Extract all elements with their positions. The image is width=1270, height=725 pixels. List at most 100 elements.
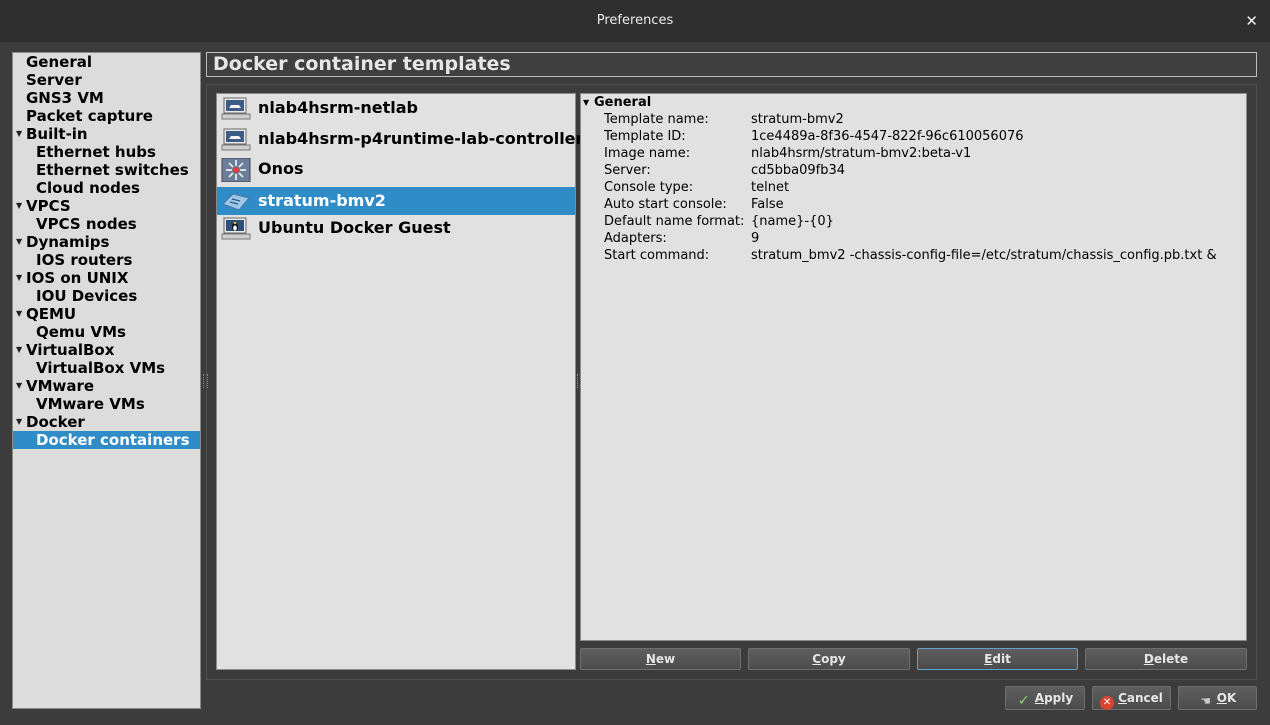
- tree-item[interactable]: Qemu VMs: [13, 323, 200, 341]
- template-label: stratum-bmv2: [258, 191, 386, 210]
- new-button[interactable]: New: [580, 648, 741, 670]
- tree-item-label: IOS on UNIX: [26, 269, 129, 287]
- tree-item-label: Server: [26, 71, 82, 89]
- tree-item[interactable]: Packet capture: [13, 107, 200, 125]
- tree-item[interactable]: Ethernet switches: [13, 161, 200, 179]
- switch-icon: [221, 190, 251, 214]
- expand-arrow-icon[interactable]: ▼: [16, 413, 22, 431]
- ok-hand-icon: ☚: [1200, 694, 1212, 708]
- tree-item-label: VMware VMs: [36, 395, 145, 413]
- tree-item[interactable]: VMware VMs: [13, 395, 200, 413]
- template-list-item[interactable]: stratum-bmv2: [217, 187, 575, 215]
- edit-button[interactable]: Edit: [917, 648, 1078, 670]
- docker-host-icon: [221, 128, 251, 152]
- tree-item[interactable]: ▼ Built-in: [13, 125, 200, 143]
- tree-item-label: VPCS: [26, 197, 71, 215]
- expand-arrow-icon[interactable]: ▼: [16, 197, 22, 215]
- preferences-tree[interactable]: General Server GNS3 VM Packet capture ▼ Built…: [12, 52, 201, 709]
- cancel-icon: ✕: [1100, 696, 1115, 710]
- detail-value: telnet: [751, 180, 790, 195]
- onos-icon: [221, 157, 251, 183]
- tree-item[interactable]: ▼ Dynamips: [13, 233, 200, 251]
- page-title: Docker container templates: [206, 52, 1257, 77]
- tree-item[interactable]: Ethernet hubs: [13, 143, 200, 161]
- window-title: Preferences: [596, 13, 674, 28]
- tree-item-label: VirtualBox VMs: [36, 359, 166, 377]
- ok-button[interactable]: ☚ OK: [1178, 686, 1257, 710]
- tree-item-label: Docker: [26, 413, 85, 431]
- template-list[interactable]: nlab4hsrm-netlab nlab4hsrm-p4runtime-lab-…: [216, 93, 583, 670]
- tree-item-label: VPCS nodes: [36, 215, 137, 233]
- apply-button[interactable]: ✓ Apply: [1005, 686, 1085, 710]
- tree-item[interactable]: Cloud nodes: [13, 179, 200, 197]
- tree-item[interactable]: General: [13, 53, 200, 71]
- tree-item-label: Dynamips: [26, 233, 110, 251]
- tree-item[interactable]: Docker containers: [13, 431, 200, 449]
- template-list-item[interactable]: Ubuntu Docker Guest: [217, 214, 575, 242]
- detail-value: stratum_bmv2 -chassis-config-file=/etc/s…: [751, 248, 1217, 263]
- tree-item[interactable]: GNS3 VM: [13, 89, 200, 107]
- tree-item[interactable]: Server: [13, 71, 200, 89]
- tree-item-label: Built-in: [26, 125, 88, 143]
- template-list-item[interactable]: nlab4hsrm-p4runtime-lab-controller: [217, 125, 583, 153]
- detail-value: False: [751, 197, 784, 212]
- expand-arrow-icon[interactable]: ▼: [16, 341, 22, 359]
- delete-button[interactable]: Delete: [1085, 648, 1247, 670]
- detail-value: cd5bba09fb34: [751, 163, 846, 178]
- tree-item[interactable]: ▼ VMware: [13, 377, 200, 395]
- details-section-title: General: [594, 95, 652, 110]
- template-label: nlab4hsrm-netlab: [258, 98, 418, 117]
- expand-arrow-icon[interactable]: ▼: [16, 305, 22, 323]
- detail-key: Image name:: [604, 146, 691, 161]
- detail-key: Default name format:: [604, 214, 745, 229]
- tree-item-label: Ethernet switches: [36, 161, 189, 179]
- tree-item-label: General: [26, 53, 92, 71]
- detail-value: 9: [751, 231, 760, 246]
- detail-key: Adapters:: [604, 231, 667, 246]
- checkmark-icon: ✓: [1017, 693, 1030, 709]
- template-list-item[interactable]: nlab4hsrm-netlab: [217, 94, 575, 122]
- detail-key: Template name:: [604, 112, 709, 127]
- tree-item[interactable]: ▼ IOS on UNIX: [13, 269, 200, 287]
- tree-item[interactable]: ▼ QEMU: [13, 305, 200, 323]
- detail-key: Console type:: [604, 180, 694, 195]
- docker-host-icon: [221, 97, 251, 121]
- tree-item-label: IOU Devices: [36, 287, 138, 305]
- expand-arrow-icon[interactable]: ▼: [16, 125, 22, 143]
- detail-value: {name}-{0}: [751, 214, 834, 229]
- collapse-arrow-icon[interactable]: ▼: [583, 98, 589, 107]
- tree-item-label: GNS3 VM: [26, 89, 104, 107]
- detail-key: Auto start console:: [604, 197, 727, 212]
- tree-item-label: IOS routers: [36, 251, 133, 269]
- template-label: Onos: [258, 159, 304, 178]
- linux-guest-icon: [221, 217, 251, 241]
- tree-item[interactable]: VPCS nodes: [13, 215, 200, 233]
- template-list-item[interactable]: Onos: [217, 155, 575, 183]
- tree-item[interactable]: IOS routers: [13, 251, 200, 269]
- template-label: Ubuntu Docker Guest: [258, 218, 451, 237]
- template-label: nlab4hsrm-p4runtime-lab-controller: [258, 129, 584, 148]
- title-bar: Preferences ✕: [0, 0, 1270, 42]
- expand-arrow-icon[interactable]: ▼: [16, 377, 22, 395]
- detail-key: Start command:: [604, 248, 710, 263]
- tree-item[interactable]: ▼ VPCS: [13, 197, 200, 215]
- tree-item-label: VirtualBox: [26, 341, 115, 359]
- detail-value: 1ce4489a-8f36-4547-822f-96c610056076: [751, 129, 1024, 144]
- detail-value: nlab4hsrm/stratum-bmv2:beta-v1: [751, 146, 972, 161]
- tree-item-label: Packet capture: [26, 107, 153, 125]
- cancel-button[interactable]: ✕ Cancel: [1092, 686, 1171, 710]
- tree-item[interactable]: ▼ VirtualBox: [13, 341, 200, 359]
- tree-item[interactable]: VirtualBox VMs: [13, 359, 200, 377]
- detail-key: Template ID:: [604, 129, 686, 144]
- expand-arrow-icon[interactable]: ▼: [16, 269, 22, 287]
- copy-button[interactable]: Copy: [748, 648, 910, 670]
- tree-item[interactable]: ▼ Docker: [13, 413, 200, 431]
- tree-item-label: Cloud nodes: [36, 179, 140, 197]
- expand-arrow-icon[interactable]: ▼: [16, 233, 22, 251]
- close-icon[interactable]: ✕: [1245, 12, 1258, 30]
- tree-item-label: QEMU: [26, 305, 77, 323]
- tree-item-label: Ethernet hubs: [36, 143, 156, 161]
- tree-item[interactable]: IOU Devices: [13, 287, 200, 305]
- tree-item-label: Docker containers: [36, 431, 190, 449]
- detail-key: Server:: [604, 163, 651, 178]
